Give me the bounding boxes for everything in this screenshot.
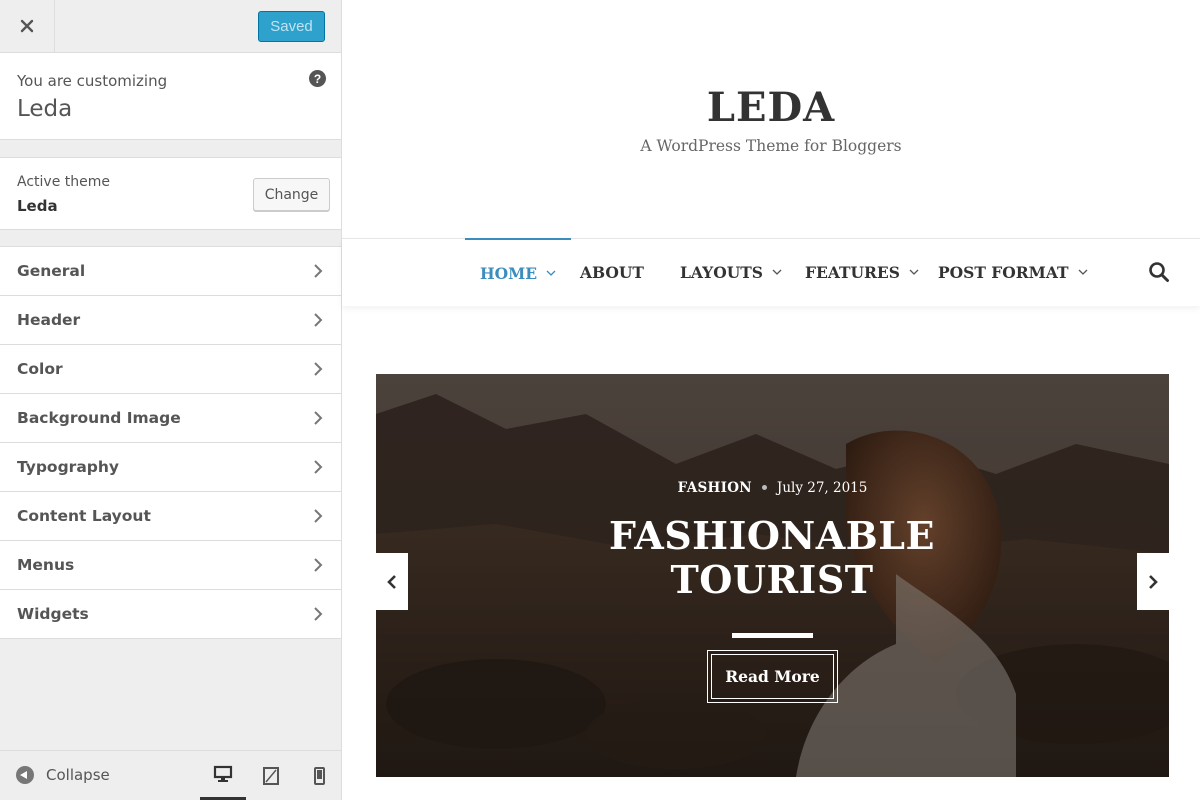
active-theme-label: Active theme <box>17 174 110 190</box>
meta-separator-dot <box>761 485 767 490</box>
preview-desktop-button[interactable] <box>200 751 246 800</box>
collapse-arrow-icon <box>16 766 34 784</box>
chevron-right-icon <box>314 264 323 278</box>
customizer-header: Saved <box>0 0 341 53</box>
site-preview: LEDA A WordPress Theme for Bloggers HOME… <box>342 0 1200 800</box>
saved-button[interactable]: Saved <box>258 11 325 42</box>
active-theme-name: Leda <box>17 197 58 215</box>
read-more-label: Read More <box>711 654 834 699</box>
section-label: Color <box>17 360 63 378</box>
nav-item-layouts[interactable]: LAYOUTS <box>680 239 782 306</box>
customizer-footer: Collapse <box>0 750 341 800</box>
customizer-sidebar: Saved You are customizing Leda ? Active … <box>0 0 342 800</box>
site-tagline: A WordPress Theme for Bloggers <box>640 137 902 155</box>
collapse-button[interactable]: Collapse <box>16 766 110 784</box>
change-theme-button[interactable]: Change <box>253 178 330 211</box>
customizing-label: You are customizing <box>17 72 168 90</box>
slide-title-line: FASHIONABLE <box>609 513 935 558</box>
section-typography[interactable]: Typography <box>0 443 341 492</box>
preview-mobile-button[interactable] <box>296 751 342 800</box>
section-label: Content Layout <box>17 507 151 525</box>
chevron-right-icon <box>314 411 323 425</box>
preview-tablet-button[interactable] <box>248 751 294 800</box>
main-navigation: HOME ABOUT LAYOUTS FEATURES POST FORMAT <box>342 238 1200 306</box>
chevron-right-icon <box>314 558 323 572</box>
section-menus[interactable]: Menus <box>0 541 341 590</box>
search-icon[interactable] <box>1148 261 1170 283</box>
chevron-down-icon <box>1078 269 1088 275</box>
tablet-icon <box>263 767 279 785</box>
section-label: Typography <box>17 458 120 476</box>
chevron-right-icon <box>314 313 323 327</box>
section-color[interactable]: Color <box>0 345 341 394</box>
close-icon <box>20 19 34 33</box>
nav-label: FEATURES <box>805 263 900 282</box>
chevron-right-icon <box>1149 574 1158 589</box>
nav-item-home[interactable]: HOME <box>465 238 572 306</box>
chevron-down-icon <box>909 269 919 275</box>
section-label: Header <box>17 311 81 329</box>
desktop-icon <box>213 765 233 782</box>
site-name-title: Leda <box>17 96 73 122</box>
slide-meta: FASHION July 27, 2015 <box>376 480 1169 496</box>
slider-next-button[interactable] <box>1137 553 1169 610</box>
chevron-down-icon <box>772 269 782 275</box>
section-content-layout[interactable]: Content Layout <box>0 492 341 541</box>
slider-prev-button[interactable] <box>376 553 408 610</box>
slide-category[interactable]: FASHION <box>678 480 752 496</box>
section-header[interactable]: Header <box>0 296 341 345</box>
collapse-label: Collapse <box>46 766 110 784</box>
chevron-right-icon <box>314 607 323 621</box>
section-widgets[interactable]: Widgets <box>0 590 341 639</box>
close-button[interactable] <box>0 0 55 52</box>
slide-title[interactable]: FASHIONABLE TOURIST <box>522 514 1022 602</box>
customize-info-panel: You are customizing Leda ? <box>0 53 341 140</box>
section-list: General Header Color Background Image Ty… <box>0 246 341 639</box>
slide-divider <box>732 633 813 638</box>
mobile-icon <box>314 767 325 785</box>
nav-label: LAYOUTS <box>680 263 763 282</box>
nav-label: HOME <box>480 263 538 283</box>
section-label: Widgets <box>17 605 89 623</box>
help-icon[interactable]: ? <box>309 70 326 87</box>
chevron-left-icon <box>387 574 396 589</box>
slide-title-line: TOURIST <box>670 557 874 602</box>
chevron-right-icon <box>314 460 323 474</box>
section-background-image[interactable]: Background Image <box>0 394 341 443</box>
chevron-right-icon <box>314 362 323 376</box>
nav-label: POST FORMAT <box>938 263 1069 282</box>
site-title[interactable]: LEDA <box>342 84 1200 131</box>
chevron-right-icon <box>314 509 323 523</box>
section-label: Background Image <box>17 409 181 427</box>
nav-item-post-format[interactable]: POST FORMAT <box>938 239 1088 306</box>
chevron-down-icon <box>546 270 556 276</box>
featured-slider: FASHION July 27, 2015 FASHIONABLE TOURIST… <box>376 374 1169 777</box>
read-more-button[interactable]: Read More <box>707 650 838 703</box>
nav-item-features[interactable]: FEATURES <box>805 239 919 306</box>
active-theme-panel: Active theme Leda Change <box>0 157 341 230</box>
slide-date: July 27, 2015 <box>776 480 868 496</box>
nav-item-about[interactable]: ABOUT <box>580 239 644 306</box>
section-label: General <box>17 262 86 280</box>
nav-label: ABOUT <box>580 263 644 282</box>
section-general[interactable]: General <box>0 247 341 296</box>
section-label: Menus <box>17 556 75 574</box>
